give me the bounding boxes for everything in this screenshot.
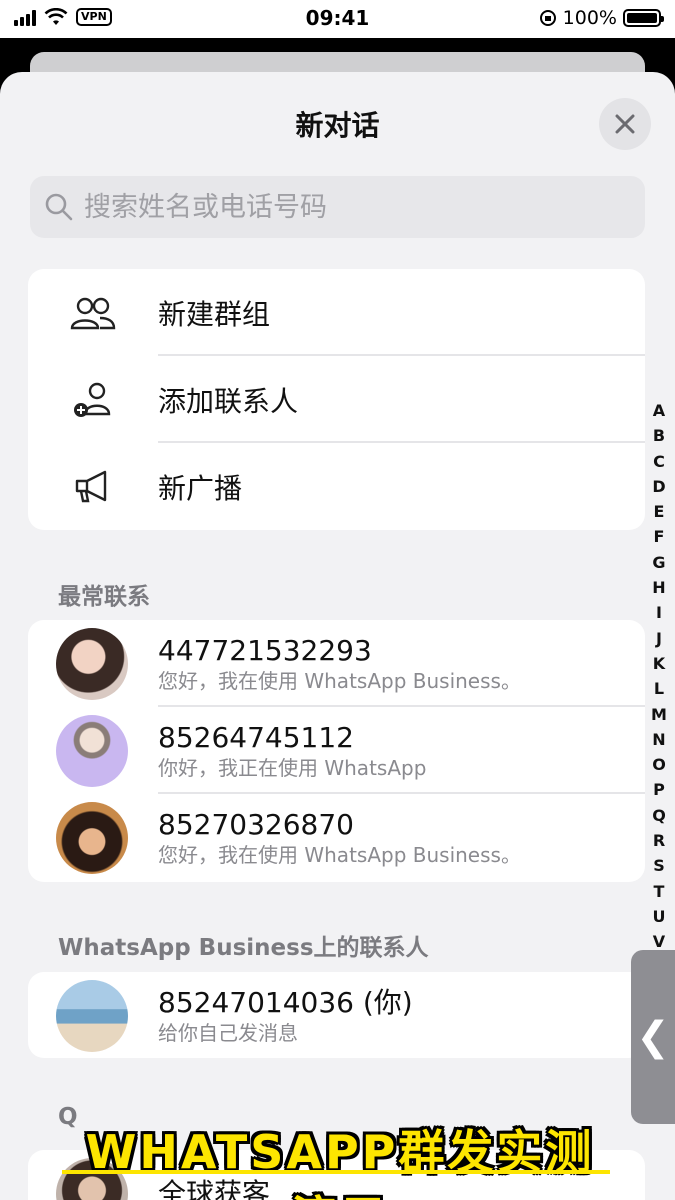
index-letter[interactable]: L <box>654 676 664 701</box>
avatar <box>56 714 128 787</box>
index-letter[interactable]: K <box>653 651 665 676</box>
contact-name: 85270326870 <box>158 807 354 841</box>
contact-name: 85247014036 (你) <box>158 985 413 1019</box>
status-right: 100% <box>539 7 664 29</box>
search-input[interactable] <box>84 191 624 223</box>
index-letter[interactable]: G <box>652 550 665 575</box>
battery-icon <box>623 9 664 27</box>
index-letter[interactable]: U <box>653 904 666 929</box>
close-icon <box>615 114 635 134</box>
contact-row[interactable]: 447721532293 您好，我在使用 WhatsApp Business。 <box>28 620 645 707</box>
index-letter[interactable]: A <box>653 398 665 423</box>
close-button[interactable] <box>599 98 651 150</box>
contact-status: 您好，我在使用 WhatsApp Business。 <box>158 668 521 693</box>
contact-row[interactable]: 85264745112 你好，我正在使用 WhatsApp <box>28 707 645 794</box>
index-letter[interactable]: E <box>654 499 665 524</box>
frequent-section-header: 最常联系 <box>58 584 150 610</box>
new-group-row[interactable]: 新建群组 <box>28 269 645 356</box>
index-letter[interactable]: J <box>656 626 662 651</box>
index-letter[interactable]: I <box>656 600 662 625</box>
avatar <box>56 627 128 700</box>
contact-row[interactable]: 85270326870 您好，我在使用 WhatsApp Business。 <box>28 794 645 881</box>
alphabet-index[interactable]: A B C D E F G H I J K L M N O P Q R S T … <box>647 398 671 955</box>
sheet-title: 新对话 <box>295 109 380 142</box>
status-bar: VPN 09:41 100% <box>0 0 675 38</box>
side-panel-handle[interactable]: ❮ <box>631 950 675 1124</box>
search-bar[interactable] <box>30 176 645 238</box>
index-letter[interactable]: B <box>653 423 665 448</box>
index-letter[interactable]: D <box>652 474 665 499</box>
index-letter[interactable]: R <box>653 828 665 853</box>
caption-underline <box>62 1170 610 1174</box>
index-letter[interactable]: Q <box>652 803 666 828</box>
index-letter[interactable]: S <box>653 853 665 878</box>
new-broadcast-label: 新广播 <box>158 471 243 505</box>
contact-status: 给你自己发消息 <box>158 1020 298 1045</box>
frequent-contacts-card: 447721532293 您好，我在使用 WhatsApp Business。 … <box>28 620 645 882</box>
contact-row[interactable]: 85247014036 (你) 给你自己发消息 <box>28 972 645 1058</box>
add-contact-label: 添加联系人 <box>158 384 299 418</box>
video-caption: WHATSAPP群发实测演示 <box>85 1125 595 1200</box>
index-letter[interactable]: N <box>652 727 665 752</box>
contact-status: 你好，我正在使用 WhatsApp <box>158 755 427 780</box>
chevron-left-icon: ❮ <box>636 1014 670 1060</box>
new-broadcast-row[interactable]: 新广播 <box>28 443 645 530</box>
search-icon <box>45 193 73 221</box>
avatar <box>56 979 128 1052</box>
business-contacts-section-header: WhatsApp Business上的联系人 <box>58 935 429 961</box>
contact-name: 85264745112 <box>158 720 354 754</box>
index-letter[interactable]: F <box>654 524 665 549</box>
megaphone-icon <box>75 470 107 502</box>
business-contacts-card: 85247014036 (你) 给你自己发消息 <box>28 972 645 1058</box>
contact-name: 447721532293 <box>158 633 372 667</box>
battery-percent: 100% <box>562 7 617 29</box>
new-chat-sheet: 新对话 新建群组 <box>0 72 675 1200</box>
avatar <box>56 801 128 874</box>
group-icon <box>70 297 116 329</box>
actions-card: 新建群组 添加联系人 新广播 <box>28 269 645 530</box>
contact-status: 您好，我在使用 WhatsApp Business。 <box>158 842 521 867</box>
index-letter[interactable]: M <box>651 702 667 727</box>
orientation-lock-icon <box>539 10 556 26</box>
index-letter[interactable]: T <box>654 879 665 904</box>
index-letter[interactable]: P <box>653 777 665 802</box>
index-letter[interactable]: O <box>652 752 666 777</box>
index-letter[interactable]: H <box>652 575 665 600</box>
index-letter[interactable]: C <box>653 449 665 474</box>
add-contact-icon <box>74 382 111 417</box>
add-contact-row[interactable]: 添加联系人 <box>28 356 645 443</box>
new-group-label: 新建群组 <box>158 297 271 331</box>
